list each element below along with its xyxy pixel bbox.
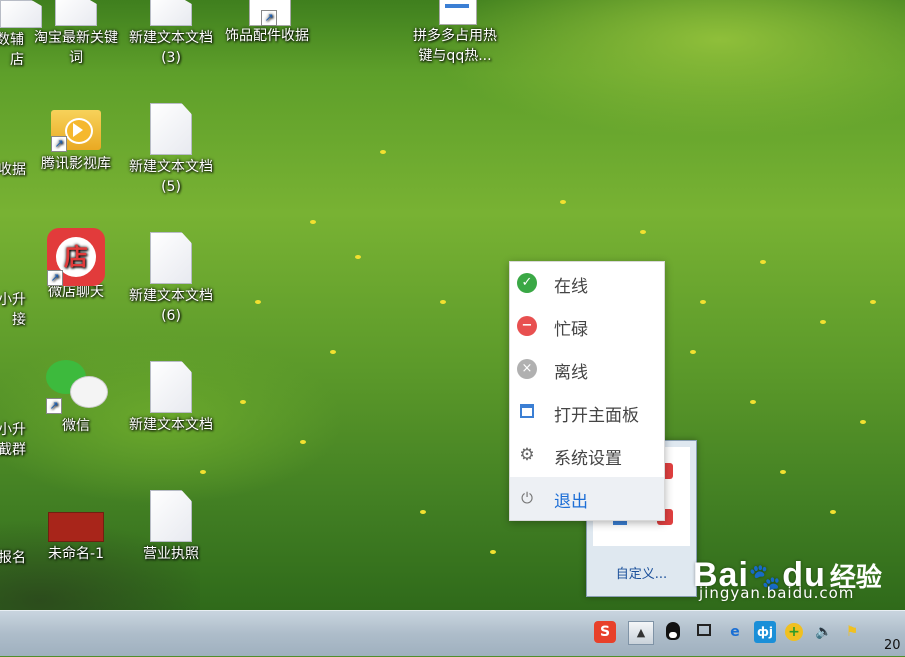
- wechat-icon: ↗: [46, 358, 108, 414]
- sogou-ime-icon[interactable]: S: [594, 621, 616, 643]
- baidu-jingyan-watermark: Bai🐾du 经验 jingyan.baidu.com: [693, 556, 893, 616]
- taskbar: S ▲ e фj + 🔈 ⚑ 20: [0, 610, 905, 656]
- menu-item-system-settings[interactable]: ⚙ 系统设置: [510, 434, 664, 477]
- qq-tray-icon[interactable]: [664, 621, 682, 643]
- desktop-icon[interactable]: 营业执照: [121, 490, 221, 564]
- desktop-icon-label: 微信: [62, 418, 90, 434]
- shortcut-arrow-icon: ↗: [261, 10, 277, 26]
- image-file-icon: [48, 512, 104, 542]
- desktop-icon-label: 未命名-1: [48, 546, 104, 562]
- desktop-icon[interactable]: 新建文本文档 (5): [121, 103, 221, 197]
- desktop-icon-label: 饰品配件收据: [225, 28, 309, 44]
- volume-icon[interactable]: 🔈: [814, 621, 834, 643]
- document-icon: [431, 0, 479, 25]
- desktop-icon[interactable]: ↗ 微信: [26, 358, 126, 436]
- document-icon: [150, 490, 192, 542]
- desktop-icon-label: 拼多多占用热 键与qq热...: [413, 28, 497, 64]
- menu-item-label: 忙碌: [554, 320, 588, 340]
- watermark-url: jingyan.baidu.com: [699, 584, 855, 602]
- shortcut-arrow-icon: ↗: [47, 270, 63, 286]
- online-check-icon: ✓: [517, 273, 537, 293]
- document-icon: [150, 361, 192, 413]
- desktop-icon[interactable]: 拼多多占用热 键与qq热...: [405, 0, 505, 66]
- busy-icon: −: [517, 316, 537, 336]
- desktop-icon-label: 淘宝最新关键 词: [34, 30, 118, 66]
- video-folder-icon: ↗: [51, 104, 101, 152]
- panel-icon: [517, 402, 537, 422]
- desktop-icon[interactable]: ↗ 饰品配件收据: [217, 0, 317, 46]
- power-icon: ⏻: [521, 489, 533, 507]
- desktop-icon-label: 新建文本文档 (5): [129, 159, 213, 195]
- network-icon[interactable]: [694, 621, 714, 643]
- document-icon: [55, 0, 97, 26]
- document-shortcut-icon: ↗: [243, 0, 291, 26]
- menu-item-label: 在线: [554, 277, 588, 297]
- desktop-icon[interactable]: 淘宝最新关键 词: [26, 0, 126, 68]
- menu-item-online[interactable]: ✓ 在线: [510, 262, 664, 305]
- offline-icon: ×: [517, 359, 537, 379]
- ime-tray-icon[interactable]: фj: [754, 621, 776, 643]
- weidian-icon: 店 ↗: [47, 228, 105, 286]
- customize-link[interactable]: 自定义...: [587, 563, 696, 582]
- shortcut-arrow-icon: ↗: [46, 398, 62, 414]
- desktop-icon[interactable]: 店 ↗ 微店聊天: [26, 228, 126, 302]
- document-icon: [150, 0, 192, 26]
- desktop-icon-label: 腾讯影视库: [41, 156, 111, 172]
- desktop-icon[interactable]: 新建文本文档 (3): [121, 0, 221, 68]
- desktop-icon-label: 新建文本文档 (6): [129, 288, 213, 324]
- menu-item-label: 退出: [554, 492, 588, 512]
- gear-icon: ⚙: [519, 445, 535, 465]
- desktop-icon-label: 营业执照: [143, 546, 199, 562]
- clock-text[interactable]: 20: [884, 635, 905, 657]
- menu-item-label: 系统设置: [554, 449, 622, 469]
- menu-item-label: 打开主面板: [554, 406, 639, 426]
- menu-item-open-main-panel[interactable]: 打开主面板: [510, 391, 664, 434]
- menu-item-label: 离线: [554, 363, 588, 383]
- desktop-icon-label: 新建文本文档 (3): [129, 30, 213, 66]
- qq-status-menu: ✓ 在线 − 忙碌 × 离线 打开主面板 ⚙ 系统设置 ⏻ 退出: [509, 261, 665, 521]
- desktop-icon-label: 新建文本文档: [129, 417, 213, 433]
- desktop-icon[interactable]: 未命名-1: [26, 512, 126, 564]
- desktop-icon[interactable]: 新建文本文档 (6): [121, 232, 221, 326]
- desktop-icon[interactable]: 新建文本文档: [121, 361, 221, 435]
- menu-item-offline[interactable]: × 离线: [510, 348, 664, 391]
- menu-item-exit[interactable]: ⏻ 退出: [510, 477, 664, 520]
- show-hidden-icons-button[interactable]: ▲: [628, 621, 654, 645]
- desktop-icon[interactable]: ↗ 腾讯影视库: [26, 104, 126, 174]
- document-icon: [150, 103, 192, 155]
- action-center-flag-icon[interactable]: ⚑: [842, 621, 862, 643]
- ie-browser-tray-icon[interactable]: e: [724, 621, 746, 643]
- menu-item-busy[interactable]: − 忙碌: [510, 305, 664, 348]
- document-icon: [150, 232, 192, 284]
- shortcut-arrow-icon: ↗: [51, 136, 67, 152]
- security-tray-icon[interactable]: +: [784, 621, 804, 643]
